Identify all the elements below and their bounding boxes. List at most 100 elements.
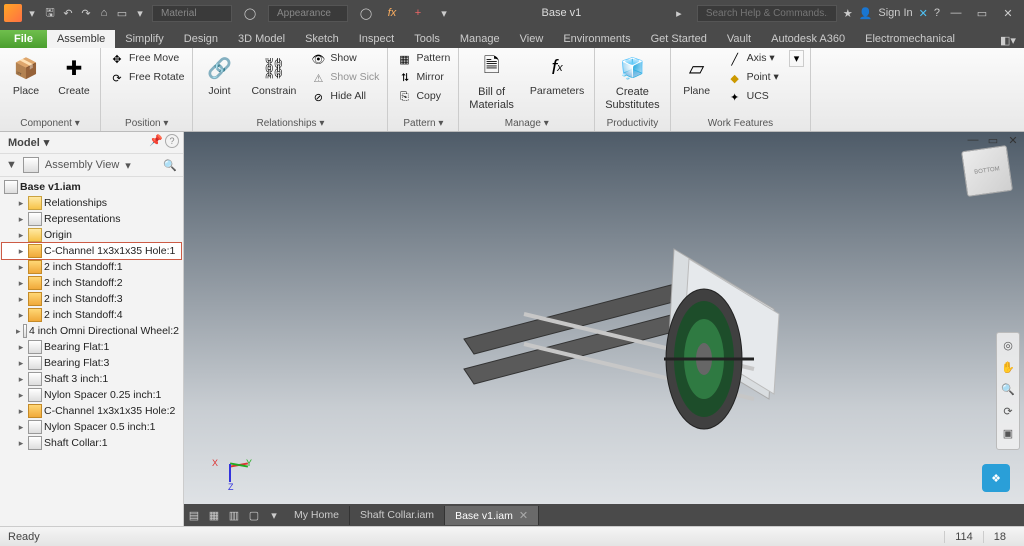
window-close[interactable]: ✕	[998, 7, 1018, 20]
qat-home-icon[interactable]: ⌂	[96, 5, 112, 21]
place-button[interactable]: 📦 Place	[6, 50, 46, 100]
qat-save-icon[interactable]: 🖫	[42, 5, 58, 21]
doc-tabs-dropdown-icon[interactable]: ▾	[264, 509, 284, 522]
group-title-position[interactable]: Position ▾	[107, 116, 186, 131]
model-tree[interactable]: Base v1.iam ▸Relationships▸Representatio…	[0, 177, 183, 526]
pattern-button[interactable]: ▦Pattern	[394, 50, 452, 68]
user-icon[interactable]: 👤	[859, 7, 873, 20]
tree-node[interactable]: ▸2 inch Standoff:3	[2, 291, 181, 307]
menu-tab-get-started[interactable]: Get Started	[641, 30, 717, 48]
expand-icon[interactable]: ▸	[16, 438, 26, 449]
close-tab-icon[interactable]: ✕	[519, 510, 528, 522]
tree-root[interactable]: Base v1.iam	[2, 179, 181, 195]
menu-tab-autodesk-a360[interactable]: Autodesk A360	[761, 30, 855, 48]
expand-icon[interactable]: ▸	[16, 246, 26, 257]
qat-select-icon[interactable]: ▭	[114, 5, 130, 21]
document-tab[interactable]: My Home	[284, 506, 350, 525]
hide-all-button[interactable]: ⊘Hide All	[308, 88, 381, 106]
share-icon[interactable]: ❖	[982, 464, 1010, 492]
filter-icon[interactable]: ▼	[6, 159, 17, 171]
appearance-dropdown[interactable]: Appearance	[268, 5, 348, 22]
tree-node[interactable]: ▸Nylon Spacer 0.5 inch:1	[2, 419, 181, 435]
work-feature-options-button[interactable]: ▾	[789, 50, 805, 67]
doc-tabs-layout2-icon[interactable]: ▦	[204, 509, 224, 522]
star-icon[interactable]: ★	[843, 7, 853, 20]
expand-icon[interactable]: ▸	[16, 374, 26, 385]
expand-icon[interactable]: ▸	[16, 198, 26, 209]
group-title-component[interactable]: Component ▾	[6, 116, 94, 131]
axis-button[interactable]: ╱Axis ▾	[725, 50, 781, 68]
create-button[interactable]: ✚ Create	[54, 50, 94, 100]
search-input[interactable]	[697, 5, 837, 22]
parameters-button[interactable]: fxParameters	[526, 50, 588, 100]
show-button[interactable]: 👁Show	[308, 50, 381, 68]
viewport-close[interactable]: ✕	[1006, 134, 1020, 146]
free-rotate-button[interactable]: ⟳Free Rotate	[107, 69, 186, 87]
copy-button[interactable]: ⎘Copy	[394, 88, 452, 106]
document-tab[interactable]: Shaft Collar.iam	[350, 506, 445, 525]
expand-icon[interactable]: ▸	[16, 278, 26, 289]
panel-help-icon[interactable]: ?	[165, 134, 179, 148]
doc-tabs-layout1-icon[interactable]: ▤	[184, 509, 204, 522]
exchange-icon[interactable]: ✕	[919, 7, 928, 20]
appearance-color-icon[interactable]: ◯	[358, 5, 374, 21]
expand-icon[interactable]: ▸	[16, 422, 26, 433]
sign-in-link[interactable]: Sign In	[878, 7, 912, 19]
tree-node[interactable]: ▸Origin	[2, 227, 181, 243]
expand-icon[interactable]: ▸	[16, 310, 26, 321]
look-at-icon[interactable]: ▣	[1000, 427, 1016, 443]
expand-icon[interactable]: ▸	[16, 342, 26, 353]
viewport-minimize[interactable]: —	[966, 134, 980, 146]
zoom-icon[interactable]: 🔍	[1000, 383, 1016, 399]
menu-tab-design[interactable]: Design	[174, 30, 228, 48]
joint-button[interactable]: 🔗Joint	[199, 50, 239, 100]
expand-icon[interactable]: ▸	[16, 326, 21, 337]
tree-node[interactable]: ▸C-Channel 1x3x1x35 Hole:2	[2, 403, 181, 419]
pan-icon[interactable]: ✋	[1000, 361, 1016, 377]
menu-tab-view[interactable]: View	[510, 30, 554, 48]
tree-node[interactable]: ▸2 inch Standoff:4	[2, 307, 181, 323]
tree-node[interactable]: ▸Bearing Flat:1	[2, 339, 181, 355]
qat-redo-icon[interactable]: ↷	[78, 5, 94, 21]
assembly-view-dropdown[interactable]: Assembly View	[45, 159, 119, 171]
group-title-relationships[interactable]: Relationships ▾	[199, 116, 381, 131]
tree-node[interactable]: ▸Shaft Collar:1	[2, 435, 181, 451]
expand-icon[interactable]: ▸	[16, 390, 26, 401]
material-color-icon[interactable]: ◯	[242, 5, 258, 21]
title-dropdown-icon[interactable]: ▸	[671, 5, 687, 21]
mirror-button[interactable]: ⮁Mirror	[394, 69, 452, 87]
ucs-button[interactable]: ✦UCS	[725, 88, 781, 106]
menu-tab-sketch[interactable]: Sketch	[295, 30, 349, 48]
viewport-restore[interactable]: ▭	[986, 134, 1000, 146]
qat-undo-icon[interactable]: ↶	[60, 5, 76, 21]
free-move-button[interactable]: ✥Free Move	[107, 50, 186, 68]
orbit-icon[interactable]: ⟳	[1000, 405, 1016, 421]
chevron-down-icon[interactable]: ▾	[125, 159, 131, 172]
group-title-pattern[interactable]: Pattern ▾	[394, 116, 452, 131]
constrain-button[interactable]: ⛓Constrain	[247, 50, 300, 100]
menu-tab-electromechanical[interactable]: Electromechanical	[855, 30, 965, 48]
tree-node[interactable]: ▸2 inch Standoff:2	[2, 275, 181, 291]
expand-icon[interactable]: ▸	[16, 214, 26, 225]
expand-icon[interactable]: ▸	[16, 230, 26, 241]
tree-node[interactable]: ▸Shaft 3 inch:1	[2, 371, 181, 387]
menu-tab-environments[interactable]: Environments	[553, 30, 640, 48]
app-icon[interactable]	[4, 4, 22, 22]
window-restore[interactable]: ▭	[972, 7, 992, 20]
steering-wheel-icon[interactable]: ◎	[1000, 339, 1016, 355]
menu-tab-simplify[interactable]: Simplify	[115, 30, 174, 48]
viewport[interactable]: — ▭ ✕ BOTTOM ◎ ✋ 🔍 ⟳ ▣	[184, 132, 1024, 526]
help-icon[interactable]: ?	[934, 7, 940, 19]
panel-pin-icon[interactable]: 📌	[149, 134, 163, 147]
expand-icon[interactable]: ▸	[16, 294, 26, 305]
tree-node[interactable]: ▸Nylon Spacer 0.25 inch:1	[2, 387, 181, 403]
group-title-manage[interactable]: Manage ▾	[465, 116, 588, 131]
tree-node[interactable]: ▸C-Channel 1x3x1x35 Hole:1	[2, 243, 181, 259]
menu-tab-inspect[interactable]: Inspect	[349, 30, 404, 48]
ribbon-options-icon[interactable]: ◧▾	[1000, 32, 1016, 48]
document-tab[interactable]: Base v1.iam✕	[445, 506, 539, 525]
doc-tabs-layout3-icon[interactable]: ▥	[224, 509, 244, 522]
plane-button[interactable]: ▱Plane	[677, 50, 717, 100]
fx-icon[interactable]: fx	[384, 5, 400, 21]
find-icon[interactable]: 🔍	[163, 159, 177, 172]
